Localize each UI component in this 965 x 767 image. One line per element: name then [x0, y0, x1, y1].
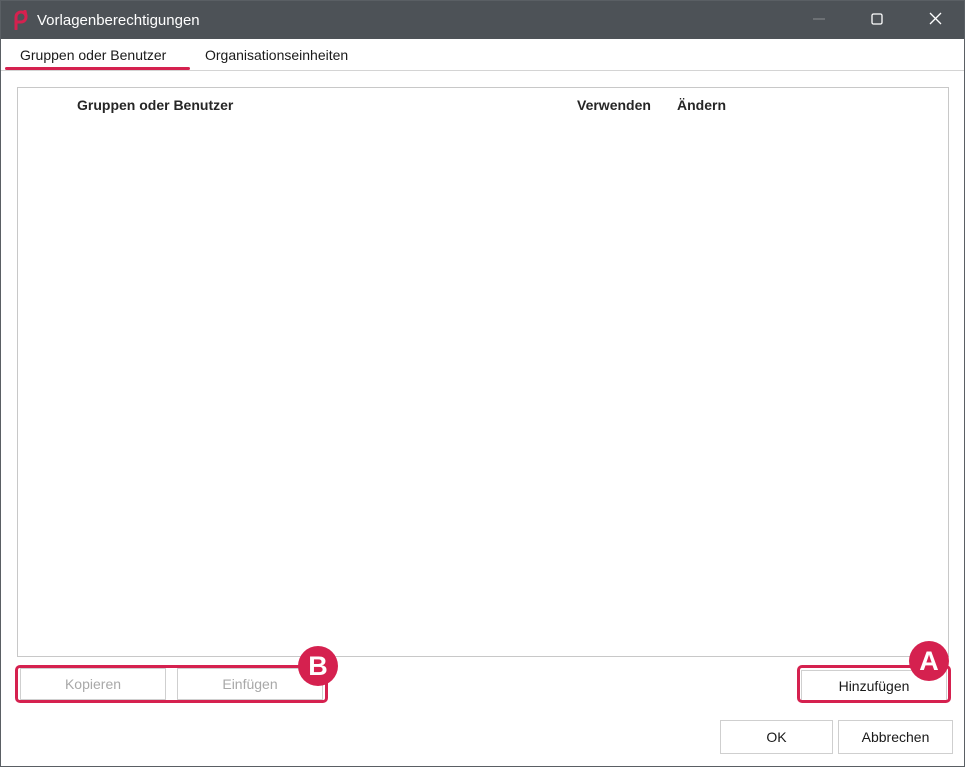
dialog-window: Vorlagenberechtigungen Gruppen oder Benu… [0, 0, 965, 767]
maximize-icon [871, 12, 883, 28]
annotation-marker-b: B [298, 646, 338, 686]
title-bar[interactable]: Vorlagenberechtigungen [1, 1, 964, 39]
minimize-button[interactable] [790, 1, 848, 39]
cancel-button[interactable]: Abbrechen [838, 720, 953, 754]
column-header-edit[interactable]: Ändern [677, 97, 726, 113]
tab-bar: Gruppen oder Benutzer Organisationseinhe… [1, 39, 964, 71]
copy-button[interactable]: Kopieren [20, 668, 166, 700]
active-tab-indicator [5, 67, 190, 70]
tab-groups-or-users[interactable]: Gruppen oder Benutzer [20, 47, 166, 63]
column-header-use[interactable]: Verwenden [577, 97, 651, 113]
app-logo-icon [12, 9, 30, 31]
annotation-marker-a: A [909, 641, 949, 681]
close-button[interactable] [906, 1, 964, 39]
close-icon [929, 12, 942, 28]
column-header-groups-or-users[interactable]: Gruppen oder Benutzer [77, 97, 233, 113]
permissions-list[interactable]: Gruppen oder Benutzer Verwenden Ändern [17, 87, 949, 657]
window-title: Vorlagenberechtigungen [37, 12, 200, 29]
maximize-button[interactable] [848, 1, 906, 39]
minimize-icon [813, 12, 825, 28]
ok-button[interactable]: OK [720, 720, 833, 754]
tab-organizational-units[interactable]: Organisationseinheiten [205, 47, 348, 63]
